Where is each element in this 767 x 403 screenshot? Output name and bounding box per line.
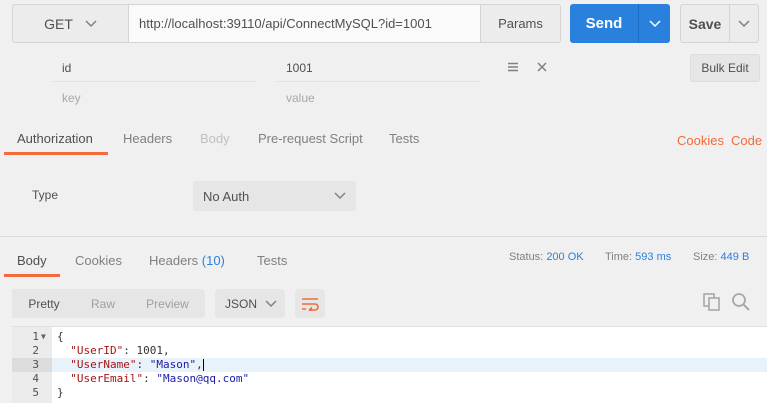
response-size: Size: 449 B — [693, 251, 749, 263]
line-number: 4 — [32, 372, 39, 385]
time-value: 593 ms — [635, 251, 672, 263]
tab-headers[interactable]: Headers — [123, 121, 172, 155]
size-value: 449 B — [720, 251, 750, 263]
wrap-lines-icon — [302, 297, 319, 311]
save-group: Save — [680, 4, 759, 43]
new-param-key-field[interactable]: key — [52, 84, 257, 112]
code-text: } — [57, 386, 64, 400]
response-status: Status: 200 OK — [509, 251, 584, 263]
chevron-down-icon — [334, 192, 346, 200]
response-time: Time: 593 ms — [605, 251, 671, 263]
fold-arrow-icon[interactable]: ▼ — [41, 330, 46, 344]
save-dropdown-button[interactable] — [730, 4, 759, 43]
chevron-down-icon — [85, 19, 97, 27]
open-brace: { — [57, 330, 64, 343]
json-comma: , — [196, 358, 203, 371]
pretty-button[interactable]: Pretty — [12, 289, 76, 318]
json-key: "UserEmail" — [70, 372, 144, 385]
code-line: 2 "UserID": 1001, — [12, 344, 767, 358]
format-toggle-group: Pretty Raw Preview — [12, 289, 205, 318]
chevron-down-icon — [738, 19, 750, 27]
active-tab-indicator — [4, 274, 60, 277]
url-input[interactable]: http://localhost:39110/api/ConnectMySQL?… — [129, 4, 481, 43]
tab-response-headers-label: Headers — [149, 252, 199, 268]
status-value: 200 OK — [546, 251, 584, 263]
json-key: "UserID" — [70, 344, 124, 357]
json-comma: , — [162, 344, 170, 357]
tab-body[interactable]: Body — [200, 121, 230, 155]
code-line: 1 ▼ { — [12, 330, 767, 344]
code-line: 5 } — [12, 386, 767, 400]
tab-response-cookies[interactable]: Cookies — [75, 243, 122, 277]
headers-count-badge: (10) — [201, 252, 225, 268]
auth-type-select[interactable]: No Auth — [193, 181, 356, 211]
tab-tests[interactable]: Tests — [389, 121, 419, 155]
param-key-field[interactable]: id — [52, 54, 257, 82]
method-label: GET — [44, 15, 73, 32]
request-bar: GET http://localhost:39110/api/ConnectMy… — [12, 4, 561, 43]
time-label: Time: — [605, 251, 633, 263]
save-button[interactable]: Save — [680, 4, 730, 43]
json-value: "Mason" — [149, 358, 197, 371]
search-icon[interactable] — [731, 292, 751, 312]
auth-type-value: No Auth — [203, 188, 250, 204]
code-text: "UserName": "Mason", — [70, 358, 204, 371]
json-key: "UserName" — [70, 358, 137, 371]
tab-response-headers[interactable]: Headers (10) — [149, 243, 225, 277]
size-label: Size: — [693, 251, 718, 263]
close-brace: } — [57, 386, 64, 399]
text-cursor — [202, 359, 204, 371]
send-group: Send — [570, 4, 670, 43]
raw-button[interactable]: Raw — [76, 289, 130, 318]
tab-authorization[interactable]: Authorization — [17, 121, 93, 155]
auth-type-label: Type — [32, 188, 59, 202]
param-value-field[interactable]: 1001 — [276, 54, 481, 82]
url-text: http://localhost:39110/api/ConnectMySQL?… — [139, 16, 432, 31]
new-param-value-field[interactable]: value — [276, 84, 481, 112]
cookies-link[interactable]: Cookies — [677, 123, 724, 157]
wrap-lines-button[interactable] — [295, 289, 325, 318]
section-divider — [0, 236, 767, 237]
code-text: "UserEmail": "Mason@qq.com" — [70, 372, 250, 385]
copy-icon[interactable] — [703, 293, 721, 311]
response-body-editor[interactable]: 1 ▼ { 2 "UserID": 1001, 3 "UserName": "M… — [12, 326, 767, 403]
code-link[interactable]: Code — [731, 123, 762, 157]
tab-response-body[interactable]: Body — [17, 243, 47, 277]
line-number: 3 — [12, 358, 52, 372]
send-button[interactable]: Send — [570, 4, 638, 43]
method-select[interactable]: GET — [12, 4, 129, 43]
drag-handle-icon[interactable] — [508, 62, 518, 72]
line-number: 5 — [32, 386, 39, 399]
line-number: 2 — [32, 344, 39, 357]
chevron-down-icon — [265, 299, 277, 307]
status-label: Status: — [509, 251, 544, 263]
bulk-edit-button[interactable]: Bulk Edit — [690, 54, 760, 82]
json-value: "Mason@qq.com" — [156, 372, 250, 385]
preview-button[interactable]: Preview — [130, 289, 205, 318]
params-button[interactable]: Params — [481, 4, 561, 43]
line-number: 1 — [32, 330, 39, 343]
code-text: { — [57, 330, 64, 344]
json-value: 1001 — [136, 344, 163, 357]
tab-pre-request-script[interactable]: Pre-request Script — [258, 121, 363, 155]
code-line-active: 3 "UserName": "Mason", — [12, 358, 767, 372]
request-tabs: Authorization Headers Body Pre-request S… — [0, 121, 767, 155]
language-select[interactable]: JSON — [215, 289, 285, 318]
chevron-down-icon — [648, 19, 661, 27]
language-value: JSON — [225, 296, 258, 311]
close-icon[interactable] — [537, 62, 547, 72]
send-dropdown-button[interactable] — [638, 4, 670, 43]
code-line: 4 "UserEmail": "Mason@qq.com" — [12, 372, 767, 386]
active-tab-indicator — [4, 152, 108, 155]
tab-response-tests[interactable]: Tests — [257, 243, 287, 277]
code-text: "UserID": 1001, — [70, 344, 170, 357]
